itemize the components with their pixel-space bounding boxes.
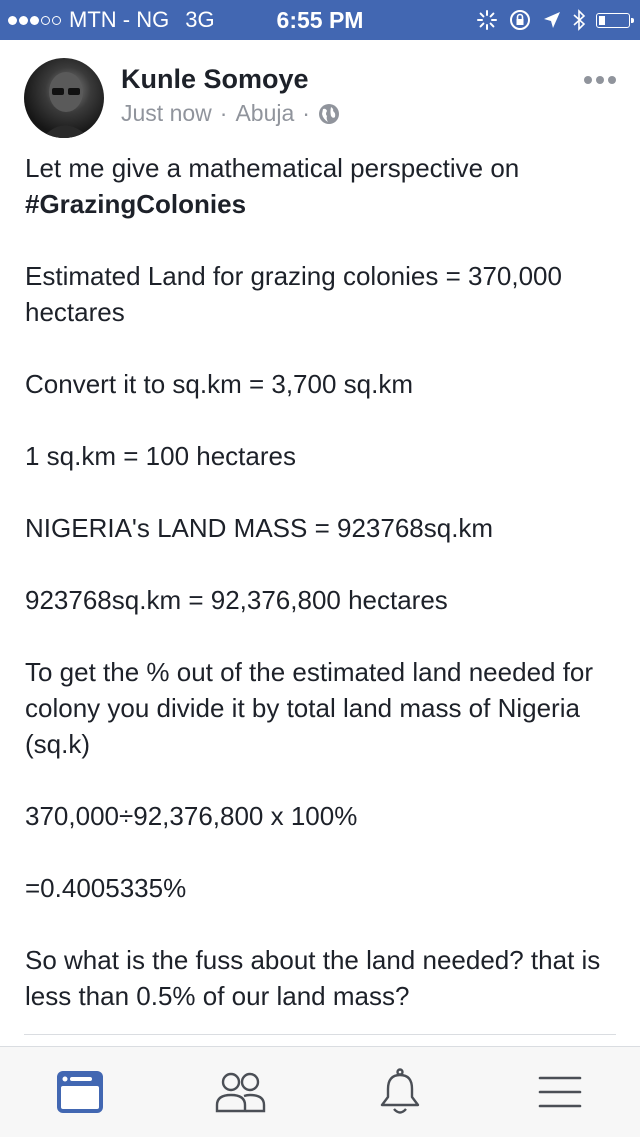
post-divider	[24, 1034, 616, 1035]
post-paragraph: Let me give a mathematical perspective o…	[25, 150, 617, 222]
location-arrow-icon	[544, 12, 560, 28]
post-paragraph: =0.4005335%	[25, 873, 187, 903]
menu-icon	[538, 1076, 582, 1108]
tab-news-feed[interactable]	[0, 1047, 160, 1137]
post-paragraph: 370,000÷92,376,800 x 100%	[25, 801, 358, 831]
bottom-tab-bar	[0, 1046, 640, 1137]
status-bar: MTN - NG 3G 6:55 PM	[0, 0, 640, 40]
post-location[interactable]: Abuja	[235, 100, 294, 127]
activity-spinner-icon	[477, 10, 497, 30]
more-options-icon[interactable]	[584, 76, 616, 84]
post-timestamp[interactable]: Just now	[121, 100, 212, 127]
post-paragraph: Convert it to sq.km = 3,700 sq.km	[25, 369, 413, 399]
author-name[interactable]: Kunle Somoye	[121, 64, 309, 95]
post-paragraph: To get the % out of the estimated land n…	[25, 657, 594, 759]
post-paragraph: Estimated Land for grazing colonies = 37…	[25, 261, 562, 327]
post-meta: Just now · Abuja ·	[121, 100, 340, 127]
post-paragraph: NIGERIA's LAND MASS = 923768sq.km	[25, 513, 494, 543]
globe-icon	[318, 103, 339, 124]
notifications-icon	[380, 1068, 420, 1114]
tab-menu[interactable]	[480, 1047, 640, 1137]
hashtag-link[interactable]: #GrazingColonies	[25, 189, 246, 219]
post-intro: Let me give a mathematical perspective o…	[25, 153, 520, 183]
status-right	[476, 0, 634, 40]
battery-icon	[596, 12, 634, 28]
news-feed-icon	[57, 1071, 103, 1113]
post-paragraph: 1 sq.km = 100 hectares	[25, 441, 296, 471]
meta-separator: ·	[219, 100, 228, 126]
rotation-lock-icon	[510, 10, 530, 30]
post-paragraph: 923768sq.km = 92,376,800 hectares	[25, 585, 448, 615]
post-body: Let me give a mathematical perspective o…	[25, 150, 617, 1050]
post-paragraph: So what is the fuss about the land neede…	[25, 945, 601, 1011]
friends-icon	[215, 1072, 266, 1113]
meta-separator: ·	[302, 100, 310, 126]
bluetooth-icon	[573, 9, 586, 31]
tab-notifications[interactable]	[320, 1047, 480, 1137]
author-avatar[interactable]	[24, 58, 104, 138]
tab-friends[interactable]	[160, 1047, 320, 1137]
